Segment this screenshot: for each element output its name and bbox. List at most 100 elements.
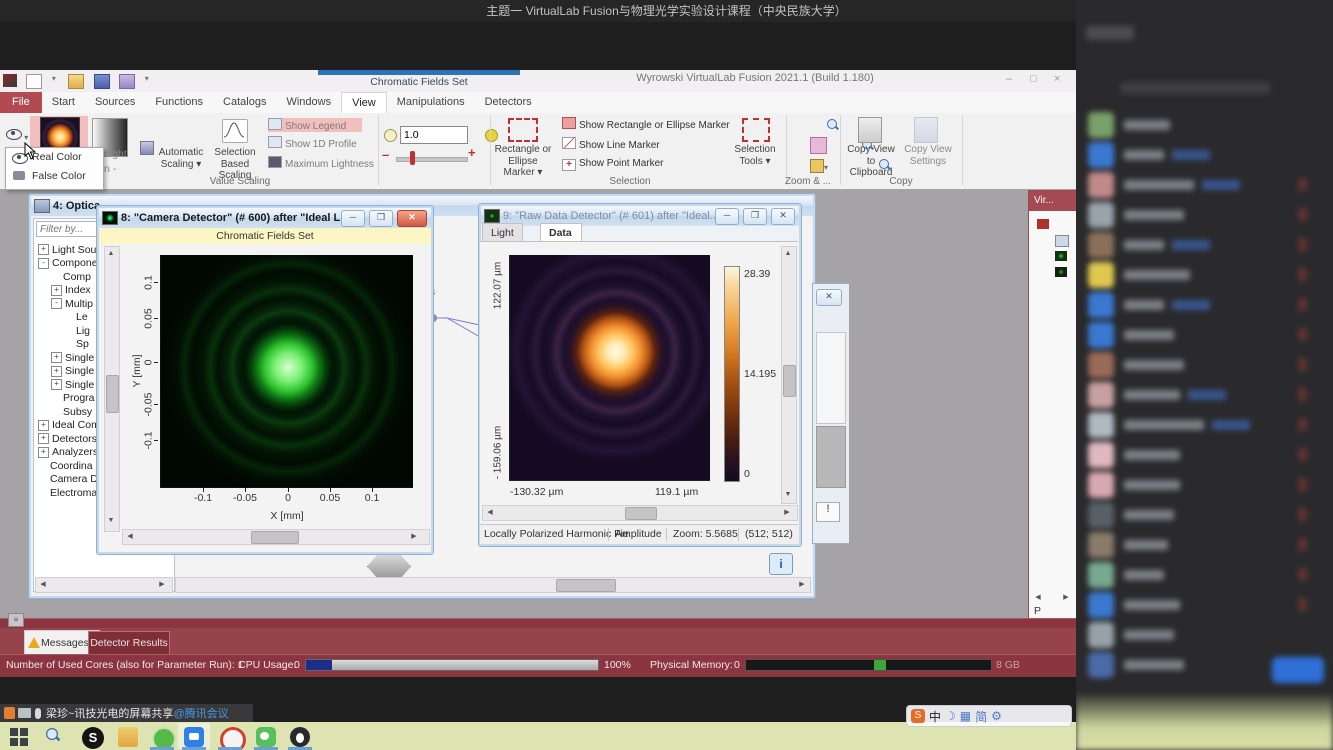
participant-row[interactable] bbox=[1076, 472, 1333, 500]
tab-functions[interactable]: Functions bbox=[145, 92, 213, 113]
scroll-left-icon[interactable]: ◀ bbox=[1031, 591, 1045, 605]
camera-plot[interactable] bbox=[160, 255, 413, 488]
participant-row[interactable] bbox=[1076, 292, 1333, 320]
show-1d-profile-button[interactable]: Show 1D Profile bbox=[268, 136, 362, 150]
participant-row[interactable] bbox=[1076, 232, 1333, 260]
zoom-image-icon[interactable] bbox=[810, 137, 827, 154]
side-window-title[interactable]: Vir... bbox=[1029, 191, 1082, 211]
participant-row[interactable] bbox=[1076, 442, 1333, 470]
qq-icon[interactable] bbox=[290, 727, 310, 747]
sogou-icon[interactable]: S bbox=[911, 709, 925, 723]
panel-icon[interactable]: ≡ bbox=[8, 613, 24, 627]
participant-row[interactable] bbox=[1076, 382, 1333, 410]
rectangle-or-ellipse-marker-button[interactable]: Rectangle or Ellipse Marker ▾ bbox=[494, 144, 552, 179]
camera-hscrollbar[interactable] bbox=[122, 529, 430, 545]
input-method-icon[interactable]: S bbox=[82, 727, 104, 749]
copy-view-to-clipboard-button[interactable]: Copy View to Clipboard bbox=[845, 144, 897, 179]
brightness-slider-handle[interactable] bbox=[410, 151, 415, 165]
menu-item-real-color[interactable]: Real Color bbox=[6, 148, 103, 167]
tab-start[interactable]: Start bbox=[42, 92, 85, 113]
tab-windows[interactable]: Windows bbox=[276, 92, 341, 113]
show-rectangle-marker-button[interactable]: Show Rectangle or Ellipse Marker bbox=[562, 117, 730, 131]
dialog-exclaim-button[interactable]: ! bbox=[816, 502, 840, 522]
diagram-scrollbar[interactable] bbox=[175, 577, 811, 593]
scroll-right-icon[interactable]: ▶ bbox=[795, 578, 809, 592]
monitor-icon[interactable] bbox=[119, 74, 135, 89]
selection-tools-button[interactable]: Selection Tools ▾ bbox=[730, 144, 780, 167]
maximize-button[interactable]: □ bbox=[1030, 73, 1037, 85]
tab-detectors[interactable]: Detectors bbox=[475, 92, 542, 113]
scroll-right-icon[interactable]: ▶ bbox=[407, 530, 421, 544]
participant-row[interactable] bbox=[1076, 322, 1333, 350]
share-link[interactable]: @腾讯会议 bbox=[173, 705, 228, 721]
close-button[interactable]: × bbox=[1054, 73, 1060, 85]
panel-action-button[interactable] bbox=[1272, 657, 1324, 683]
scroll-up-icon[interactable]: ▲ bbox=[104, 247, 118, 261]
ime-simplified-toggle[interactable]: 简 bbox=[975, 708, 987, 725]
tab-catalogs[interactable]: Catalogs bbox=[213, 92, 276, 113]
scroll-left-icon[interactable]: ◀ bbox=[36, 578, 50, 592]
raw-vscrollbar[interactable] bbox=[781, 246, 797, 504]
participant-row[interactable] bbox=[1076, 412, 1333, 440]
zoom-lock-caret[interactable]: ▾ bbox=[824, 163, 828, 172]
info-button[interactable]: i bbox=[769, 553, 793, 575]
scrollbar-thumb[interactable] bbox=[106, 375, 119, 413]
maximize-button[interactable]: ❒ bbox=[743, 208, 767, 225]
scrollbar-thumb[interactable] bbox=[783, 365, 796, 397]
scroll-down-icon[interactable]: ▼ bbox=[781, 488, 795, 502]
tab-light-view[interactable]: Light View bbox=[482, 223, 523, 243]
participant-row[interactable] bbox=[1076, 202, 1333, 230]
toolbar-options-icon[interactable]: ▾ bbox=[145, 74, 152, 87]
copy-view-settings-button[interactable]: Copy View Settings bbox=[902, 144, 954, 167]
tab-view[interactable]: View bbox=[341, 92, 387, 114]
scrollbar-thumb[interactable] bbox=[251, 531, 299, 544]
scroll-right-icon[interactable]: ▶ bbox=[1059, 591, 1073, 605]
tencent-meeting-icon[interactable] bbox=[184, 727, 204, 747]
start-button[interactable] bbox=[10, 727, 30, 747]
minimize-button[interactable]: ─ bbox=[715, 208, 739, 225]
file-explorer-icon[interactable] bbox=[118, 727, 138, 747]
scroll-right-icon[interactable]: ▶ bbox=[780, 506, 794, 520]
tab-manipulations[interactable]: Manipulations bbox=[387, 92, 475, 113]
scrollbar-thumb[interactable] bbox=[625, 507, 657, 520]
show-point-marker-button[interactable]: +Show Point Marker bbox=[562, 157, 730, 171]
tab-file[interactable]: File bbox=[0, 92, 42, 113]
participant-row[interactable] bbox=[1076, 262, 1333, 290]
dialog-close-button[interactable]: ✕ bbox=[816, 289, 842, 306]
ime-settings-icon[interactable]: ⚙ bbox=[991, 709, 1002, 723]
minimize-button[interactable]: ─ bbox=[341, 210, 365, 227]
show-line-marker-button[interactable]: Show Line Marker bbox=[562, 137, 730, 151]
tree-scrollbar[interactable] bbox=[35, 577, 173, 593]
zoom-lock-icon[interactable] bbox=[810, 159, 824, 173]
participant-row[interactable] bbox=[1076, 112, 1333, 140]
tab-detector-results[interactable]: Detector Results bbox=[88, 631, 170, 655]
search-icon[interactable] bbox=[46, 728, 70, 750]
scroll-left-icon[interactable]: ◀ bbox=[123, 530, 137, 544]
brightness-minus-button[interactable]: – bbox=[382, 147, 389, 162]
minimize-button[interactable]: – bbox=[1006, 73, 1012, 85]
brightness-plus-button[interactable]: + bbox=[468, 145, 476, 160]
scroll-right-icon[interactable]: ▶ bbox=[155, 578, 169, 592]
automatic-scaling-button[interactable]: Automatic Scaling ▾ bbox=[152, 147, 210, 170]
brightness-input[interactable] bbox=[400, 126, 468, 144]
wechat-icon[interactable] bbox=[256, 727, 276, 747]
save-icon[interactable] bbox=[94, 74, 110, 89]
ime-toolbar[interactable]: S 中 ☽ ▦ 简 ⚙ bbox=[906, 705, 1072, 727]
new-document-icon[interactable] bbox=[26, 74, 42, 89]
scrollbar-thumb[interactable] bbox=[556, 579, 616, 592]
contextual-tab-chromatic-fields-set[interactable]: Chromatic Fields Set bbox=[318, 70, 520, 92]
tab-sources[interactable]: Sources bbox=[85, 92, 145, 113]
show-legend-button[interactable]: Show Legend bbox=[268, 118, 362, 132]
close-button[interactable]: ✕ bbox=[397, 210, 427, 227]
raw-plot[interactable] bbox=[509, 255, 710, 481]
app-logo-icon[interactable] bbox=[3, 74, 17, 87]
raw-hscrollbar[interactable] bbox=[482, 505, 798, 521]
scroll-up-icon[interactable]: ▲ bbox=[781, 247, 795, 261]
maximum-lightness-button[interactable]: Maximum Lightness bbox=[268, 156, 362, 170]
participant-row[interactable] bbox=[1076, 502, 1333, 530]
participant-row[interactable] bbox=[1076, 562, 1333, 590]
camera-vscrollbar[interactable] bbox=[104, 246, 120, 532]
maximize-button[interactable]: ❒ bbox=[369, 210, 393, 227]
caret-down-icon[interactable]: ▾ bbox=[52, 74, 59, 87]
participant-row[interactable] bbox=[1076, 172, 1333, 200]
